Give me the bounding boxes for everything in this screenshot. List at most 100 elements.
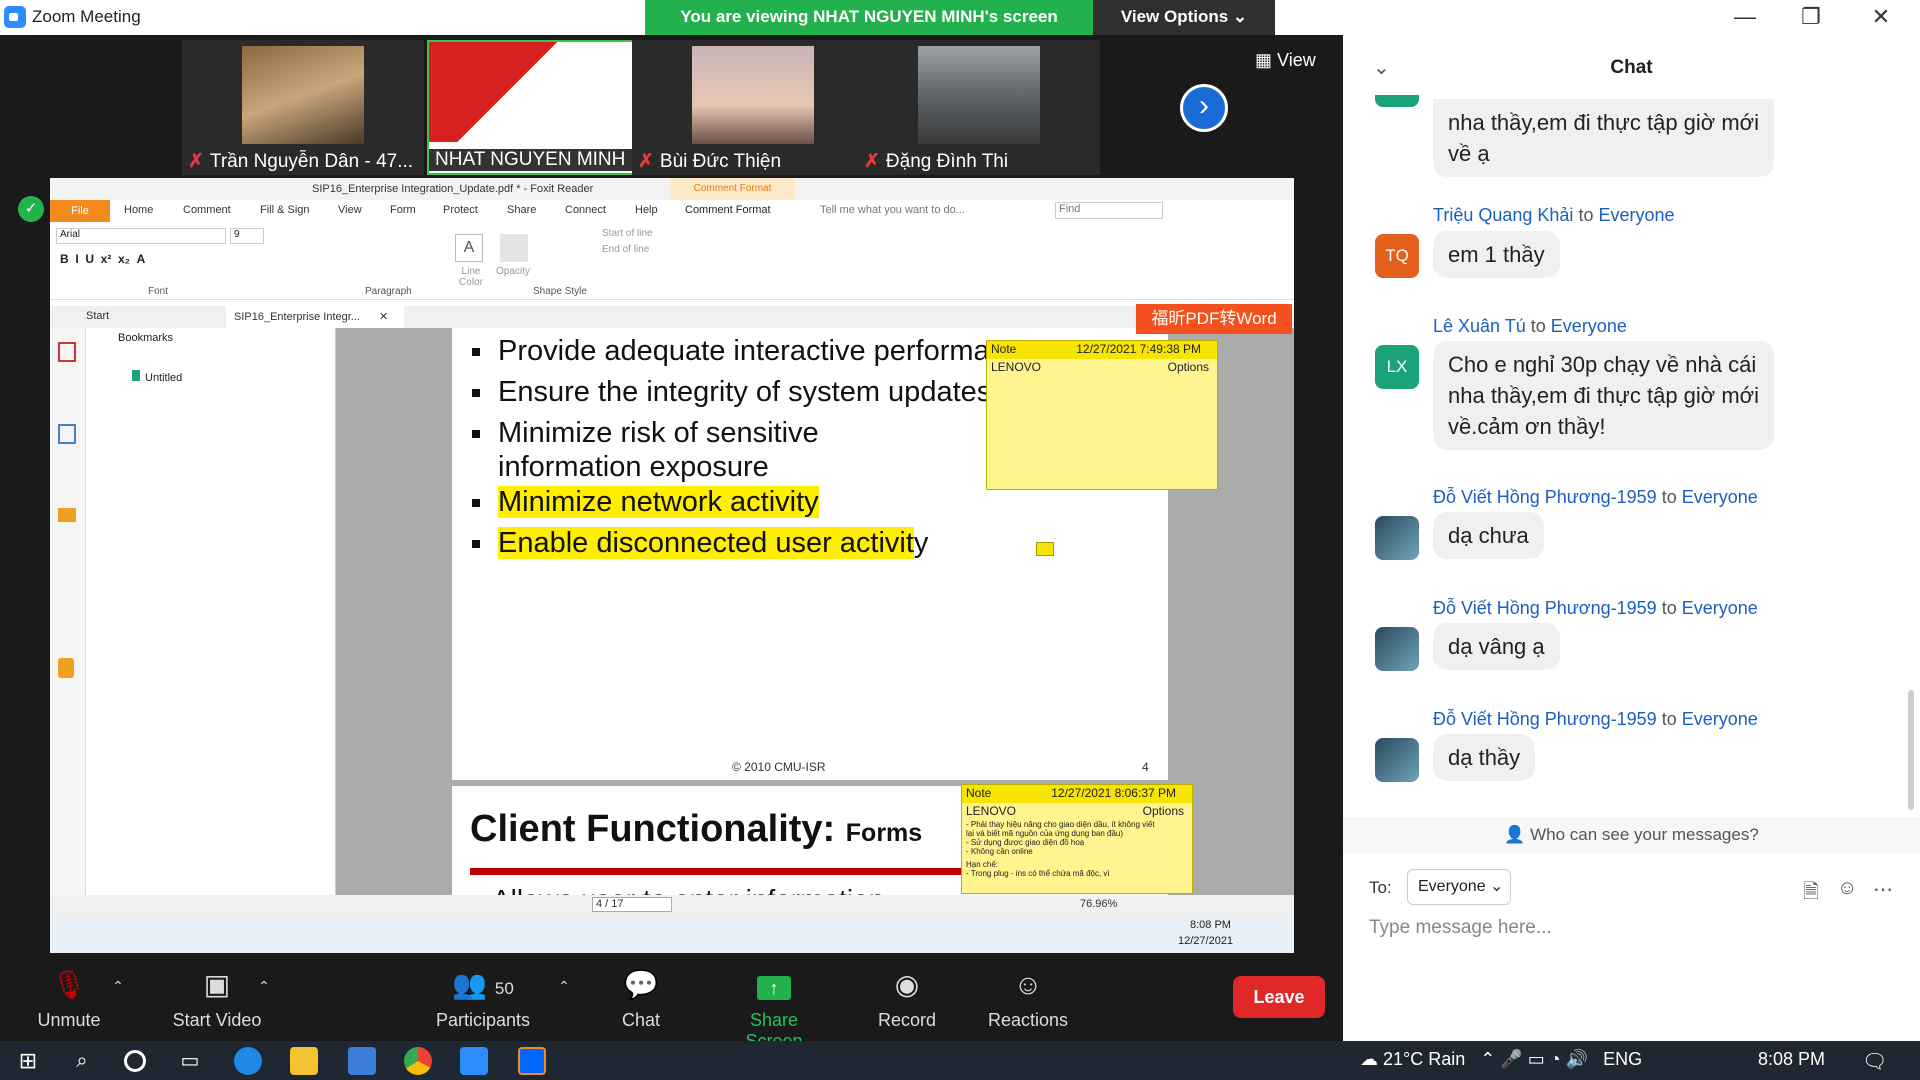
note-header: Note 12/27/2021 8:06:37 PM bbox=[962, 785, 1192, 803]
restore-button[interactable]: ❐ bbox=[1786, 0, 1836, 35]
text-format-buttons[interactable]: B I U x² x₂ A bbox=[60, 252, 145, 266]
comments-icon[interactable] bbox=[58, 508, 76, 522]
chat-message: nha thầy,em đi thực tập giờ mới về ạ bbox=[1433, 99, 1774, 177]
message-input[interactable]: Type message here... bbox=[1369, 917, 1552, 939]
menu-file[interactable]: File bbox=[50, 200, 110, 222]
tell-me-search[interactable]: Tell me what you want to do... bbox=[820, 204, 965, 216]
message-sender[interactable]: Đỗ Viết Hồng Phương-1959 to Everyone bbox=[1433, 487, 1758, 508]
chat-scrollbar[interactable] bbox=[1908, 690, 1914, 810]
tray-icons[interactable]: ⌃ 🎤 ▭ ◔ 🔊 bbox=[1480, 1049, 1588, 1069]
menu-help[interactable]: Help bbox=[635, 204, 658, 216]
windows-start-icon[interactable]: ⊞ bbox=[14, 1047, 42, 1075]
view-button[interactable]: ▦ View bbox=[1255, 50, 1316, 71]
cat-photo bbox=[242, 46, 364, 144]
chat-button[interactable]: 💬 Chat bbox=[586, 960, 696, 1031]
sticky-note[interactable]: Note 12/27/2021 7:49:38 PM LENOVO Options bbox=[986, 340, 1218, 490]
participants-caret-icon[interactable]: ⌃ bbox=[544, 978, 584, 995]
reactions-button[interactable]: ☺ Reactions bbox=[973, 960, 1083, 1031]
tab-document[interactable]: SIP16_Enterprise Integr... ✕ bbox=[226, 306, 404, 328]
font-name-select[interactable]: Arial bbox=[56, 228, 226, 244]
font-size-select[interactable]: 9 bbox=[230, 228, 264, 244]
highlighted-text: Enable disconnected user activit bbox=[498, 527, 914, 559]
message-sender[interactable]: Đỗ Viết Hồng Phương-1959 to Everyone bbox=[1433, 598, 1758, 619]
search-icon[interactable]: ⌕ bbox=[68, 1047, 96, 1075]
page-number-input[interactable]: 4 / 17 bbox=[592, 897, 672, 912]
emoji-icon[interactable]: ☺ bbox=[1837, 877, 1857, 900]
record-button[interactable]: ◉ Record bbox=[852, 960, 962, 1031]
security-shield-icon[interactable]: ✓ bbox=[18, 196, 44, 222]
meeting-toolbar: 🎙 Unmute ⌃ ▣ Start Video ⌃ 👥 50 Participant… bbox=[0, 960, 1343, 1051]
message-sender[interactable]: Triệu Quang Khải to Everyone bbox=[1433, 205, 1675, 226]
opacity-icon[interactable] bbox=[500, 234, 528, 262]
close-tab-icon[interactable]: ✕ bbox=[379, 311, 388, 323]
avatar: LX bbox=[1375, 345, 1419, 389]
menu-form[interactable]: Form bbox=[390, 204, 416, 216]
edge-icon[interactable] bbox=[234, 1047, 262, 1075]
menu-protect[interactable]: Protect bbox=[443, 204, 478, 216]
note-options[interactable]: Options bbox=[1168, 360, 1209, 374]
menu-connect[interactable]: Connect bbox=[565, 204, 606, 216]
cortana-icon[interactable] bbox=[124, 1050, 146, 1072]
to-word: to bbox=[1661, 598, 1677, 618]
note-author: LENOVO bbox=[991, 360, 1042, 374]
page-icon[interactable] bbox=[58, 342, 76, 362]
menu-view[interactable]: View bbox=[338, 204, 362, 216]
shared-clock-date: 12/27/2021 bbox=[1178, 935, 1234, 947]
menu-home[interactable]: Home bbox=[124, 204, 153, 216]
clock[interactable]: 8:08 PM bbox=[1758, 1049, 1825, 1070]
sticky-note[interactable]: Note 12/27/2021 8:06:37 PM LENOVO Options … bbox=[961, 784, 1193, 894]
file-icon[interactable]: 🗎 bbox=[1803, 877, 1819, 911]
pdf-to-word-button[interactable]: 福昕PDF转Word bbox=[1136, 304, 1292, 334]
who-can-see-messages-link[interactable]: 👤 Who can see your messages? bbox=[1343, 817, 1920, 853]
view-options-button[interactable]: View Options ⌄ bbox=[1093, 0, 1275, 35]
line-color-icon[interactable]: A bbox=[455, 234, 483, 262]
note-line: Hạn chế: bbox=[966, 860, 999, 869]
zalo-icon[interactable] bbox=[518, 1047, 546, 1075]
store-icon[interactable] bbox=[348, 1047, 376, 1075]
start-video-button[interactable]: ▣ Start Video bbox=[152, 960, 282, 1031]
zoom-app-icon[interactable] bbox=[460, 1047, 488, 1075]
recipient-select[interactable]: Everyone ⌄ bbox=[1407, 869, 1511, 905]
end-of-line[interactable]: End of line bbox=[602, 244, 649, 255]
task-view-icon[interactable]: ▭ bbox=[176, 1047, 204, 1075]
participants-button[interactable]: 👥 50 Participants bbox=[430, 960, 536, 1031]
bullet-item: Enable disconnected user activity bbox=[472, 526, 928, 560]
bullet-text: Minimize risk of sensitive information e… bbox=[498, 417, 819, 483]
message-sender[interactable]: Lê Xuân Tú to Everyone bbox=[1433, 316, 1627, 337]
participant-thumb[interactable]: ✗ Đặng Đình Thi bbox=[858, 40, 1100, 175]
grid-icon: ▦ bbox=[1255, 50, 1273, 70]
pages-icon[interactable] bbox=[58, 424, 76, 444]
notifications-icon[interactable]: 🗨 bbox=[1862, 1049, 1887, 1074]
chrome-icon[interactable] bbox=[404, 1047, 432, 1075]
bookmark-item[interactable]: Untitled bbox=[132, 370, 182, 384]
participant-thumb[interactable]: ✗ Bùi Đức Thiện bbox=[632, 40, 874, 175]
to-word: to bbox=[1661, 487, 1677, 507]
menu-comment-format[interactable]: Comment Format bbox=[685, 204, 771, 216]
menu-comment[interactable]: Comment bbox=[183, 204, 231, 216]
audio-options-caret-icon[interactable]: ⌃ bbox=[98, 978, 138, 995]
zoom-level[interactable]: 76.96% bbox=[1080, 898, 1117, 910]
weather-text[interactable]: 21°C Rain bbox=[1383, 1049, 1465, 1069]
more-icon[interactable]: ⋯ bbox=[1873, 877, 1893, 902]
next-page-arrow-icon[interactable]: › bbox=[1180, 84, 1228, 132]
message-sender[interactable]: Đỗ Viết Hồng Phương-1959 to Everyone bbox=[1433, 709, 1758, 730]
language-indicator[interactable]: ENG bbox=[1603, 1049, 1642, 1069]
video-options-caret-icon[interactable]: ⌃ bbox=[244, 978, 284, 995]
leave-button[interactable]: Leave bbox=[1233, 976, 1325, 1018]
file-explorer-icon[interactable] bbox=[290, 1047, 318, 1075]
tab-start[interactable]: Start bbox=[86, 310, 109, 322]
participant-thumb[interactable]: ✗ Trần Nguyễn Dân - 47... bbox=[182, 40, 424, 175]
close-button[interactable]: ✕ bbox=[1856, 0, 1906, 35]
sender-name: Đỗ Viết Hồng Phương-1959 bbox=[1433, 487, 1657, 507]
menu-share[interactable]: Share bbox=[507, 204, 536, 216]
note-comment-icon[interactable] bbox=[1036, 542, 1054, 556]
menu-fill-sign[interactable]: Fill & Sign bbox=[260, 204, 310, 216]
share-screen-button[interactable]: ↑Share Screen bbox=[719, 960, 829, 1052]
lock-icon[interactable] bbox=[58, 658, 74, 678]
unmute-button[interactable]: 🎙 Unmute bbox=[14, 960, 124, 1031]
start-video-label: Start Video bbox=[172, 1010, 262, 1030]
start-of-line[interactable]: Start of line bbox=[602, 228, 653, 239]
minimize-button[interactable]: — bbox=[1720, 0, 1770, 35]
find-input[interactable]: Find bbox=[1055, 202, 1163, 219]
note-options[interactable]: Options bbox=[1143, 804, 1184, 818]
